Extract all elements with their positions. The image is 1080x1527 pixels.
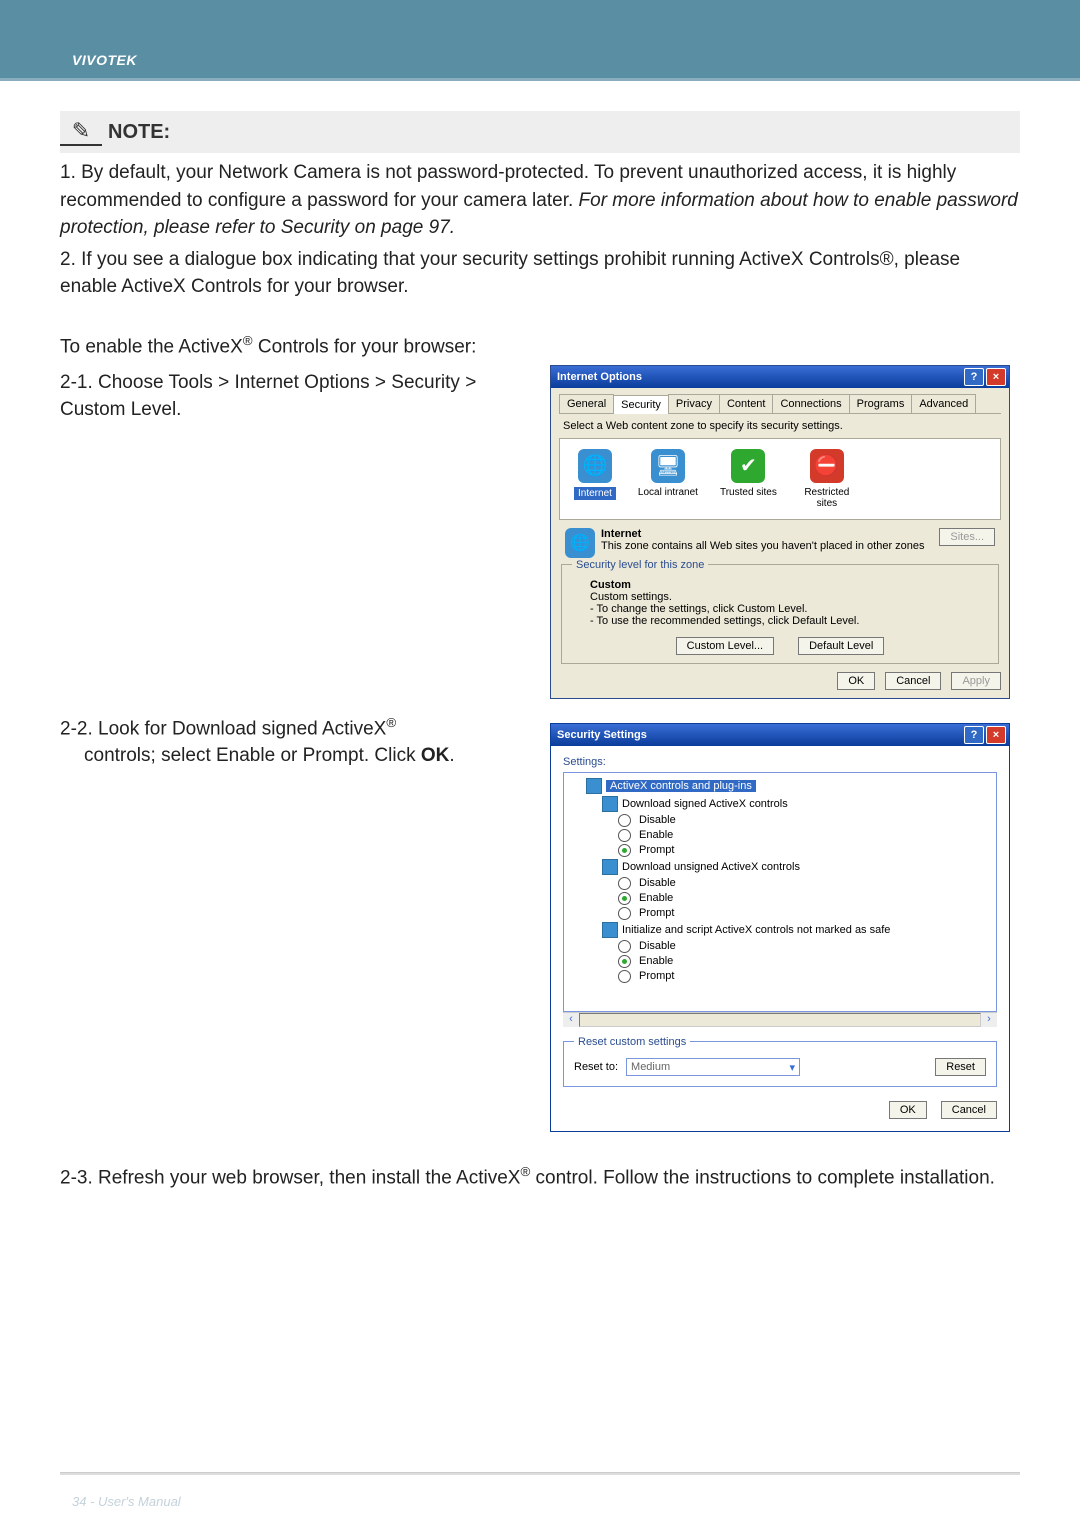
cancel-button[interactable]: Cancel: [941, 1101, 997, 1119]
ok-button[interactable]: OK: [889, 1101, 927, 1119]
close-icon[interactable]: ×: [986, 726, 1006, 744]
internet-options-dialog: Internet Options ? × General Security Pr…: [550, 365, 1010, 699]
custom-line-1: - To change the settings, click Custom L…: [590, 603, 982, 615]
apply-button: Apply: [951, 672, 1001, 690]
settings-label: Settings:: [563, 756, 997, 768]
security-settings-dialog: Security Settings ? × Settings: ActiveX …: [550, 723, 1010, 1132]
reset-button[interactable]: Reset: [935, 1058, 986, 1076]
tree-node-signed[interactable]: Download signed ActiveX controls: [622, 798, 788, 810]
activex-icon: [602, 922, 618, 938]
activex-icon: [602, 859, 618, 875]
step-2-3: 2-3. Refresh your web browser, then inst…: [60, 1162, 1020, 1192]
reset-to-label: Reset to:: [574, 1061, 618, 1073]
zone-trusted-sites[interactable]: ✔ Trusted sites: [720, 449, 777, 509]
note-item-2: 2. If you see a dialogue box indicating …: [60, 246, 1020, 301]
tab-security[interactable]: Security: [613, 395, 669, 414]
cancel-button[interactable]: Cancel: [885, 672, 941, 690]
zone-restricted-sites[interactable]: ⛔ Restricted sites: [799, 449, 855, 509]
close-icon[interactable]: ×: [986, 368, 1006, 386]
zone-local-intranet[interactable]: 🖥 Local intranet: [638, 449, 698, 509]
reset-level-select[interactable]: Medium: [626, 1058, 800, 1076]
activex-icon: [602, 796, 618, 812]
radio-unselected[interactable]: [618, 814, 631, 827]
zone-info-title: Internet: [601, 528, 933, 540]
custom-line-2: - To use the recommended settings, click…: [590, 615, 982, 627]
enable-intro: To enable the ActiveX® Controls for your…: [60, 331, 1020, 361]
note-item-1: 1. By default, your Network Camera is no…: [60, 159, 1020, 242]
help-icon[interactable]: ?: [964, 368, 984, 386]
tree-node-unsigned[interactable]: Download unsigned ActiveX controls: [622, 861, 800, 873]
sites-button: Sites...: [939, 528, 995, 546]
dialog-title: Internet Options: [557, 371, 642, 383]
local-intranet-icon: 🖥: [651, 449, 685, 483]
help-icon[interactable]: ?: [964, 726, 984, 744]
radio-unselected[interactable]: [618, 829, 631, 842]
scroll-right-icon[interactable]: ›: [981, 1013, 997, 1027]
settings-tree[interactable]: ActiveX controls and plug-ins Download s…: [563, 772, 997, 1012]
note-heading: NOTE:: [108, 121, 170, 144]
tab-content[interactable]: Content: [719, 394, 774, 413]
horizontal-scrollbar[interactable]: ‹ ›: [563, 1012, 997, 1027]
radio-unselected[interactable]: [618, 970, 631, 983]
custom-level-button[interactable]: Custom Level...: [676, 637, 774, 655]
tab-connections[interactable]: Connections: [772, 394, 849, 413]
tab-programs[interactable]: Programs: [849, 394, 913, 413]
security-level-legend: Security level for this zone: [572, 559, 708, 571]
custom-title: Custom: [590, 579, 982, 591]
tab-advanced[interactable]: Advanced: [911, 394, 976, 413]
reset-legend: Reset custom settings: [574, 1036, 690, 1048]
zone-intro: Select a Web content zone to specify its…: [563, 420, 997, 432]
radio-unselected[interactable]: [618, 877, 631, 890]
pencil-icon: ✎: [60, 118, 102, 146]
trusted-sites-icon: ✔: [731, 449, 765, 483]
dialog-title: Security Settings: [557, 729, 647, 741]
tree-node-init-script[interactable]: Initialize and script ActiveX controls n…: [622, 924, 890, 936]
step-2-2: 2-2. Look for Download signed ActiveX® c…: [60, 713, 530, 770]
zone-info-text: This zone contains all Web sites you hav…: [601, 540, 933, 552]
tab-general[interactable]: General: [559, 394, 614, 413]
radio-selected[interactable]: [618, 844, 631, 857]
radio-unselected[interactable]: [618, 940, 631, 953]
activex-icon: [586, 778, 602, 794]
restricted-sites-icon: ⛔: [810, 449, 844, 483]
globe-icon: 🌐: [565, 528, 595, 558]
default-level-button[interactable]: Default Level: [798, 637, 884, 655]
radio-selected[interactable]: [618, 955, 631, 968]
note-banner: ✎ NOTE:: [60, 111, 1020, 153]
brand-header: VIVOTEK: [0, 0, 1080, 78]
scroll-left-icon[interactable]: ‹: [563, 1013, 579, 1027]
radio-unselected[interactable]: [618, 907, 631, 920]
custom-sub: Custom settings.: [590, 591, 982, 603]
page-footer: 34 - User's Manual: [72, 1494, 181, 1509]
tab-strip: General Security Privacy Content Connect…: [559, 394, 1001, 414]
globe-icon: 🌐: [578, 449, 612, 483]
step-2-1: 2-1. Choose Tools > Internet Options > S…: [60, 369, 530, 424]
radio-selected[interactable]: [618, 892, 631, 905]
footer-divider: [60, 1472, 1020, 1475]
tab-privacy[interactable]: Privacy: [668, 394, 720, 413]
zone-internet[interactable]: 🌐 Internet: [574, 449, 616, 509]
ok-button[interactable]: OK: [837, 672, 875, 690]
tree-root[interactable]: ActiveX controls and plug-ins: [606, 780, 756, 792]
